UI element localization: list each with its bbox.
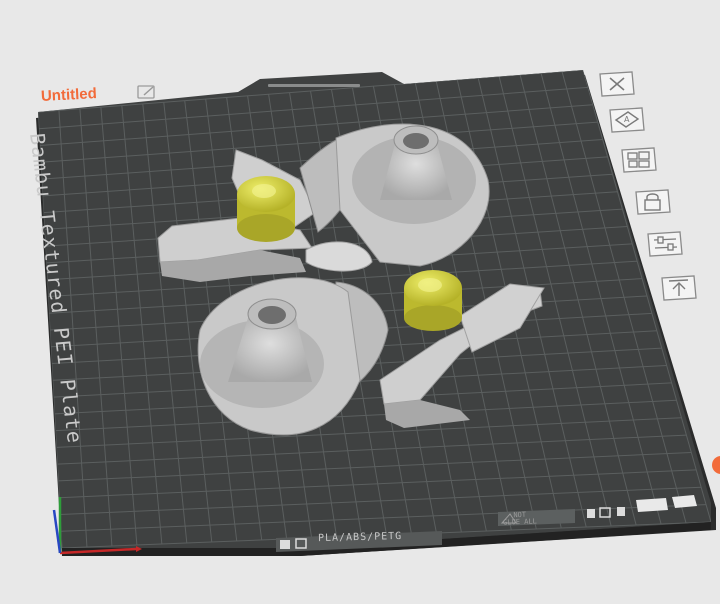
auto-orient-icon[interactable]: A: [608, 106, 646, 134]
plate-corner-mark: [636, 498, 668, 512]
plate-title[interactable]: Untitled: [41, 85, 98, 105]
sliders-icon[interactable]: [646, 230, 684, 258]
selected-part-cylinder[interactable]: [404, 270, 462, 331]
plate-handle: [268, 84, 360, 87]
plate-corner-mark: [672, 495, 697, 508]
close-icon[interactable]: [598, 70, 636, 98]
arrange-icon[interactable]: [620, 146, 658, 174]
edit-name-icon[interactable]: [136, 84, 158, 100]
glue-warning-label: NOT GLUE ALL: [502, 510, 537, 527]
upload-icon[interactable]: [660, 274, 698, 302]
filament-type-label: PLA/ABS/PETG: [317, 530, 403, 545]
lock-icon[interactable]: [634, 188, 672, 216]
svg-text:A: A: [624, 115, 630, 124]
selected-part-cylinder[interactable]: [237, 176, 295, 242]
